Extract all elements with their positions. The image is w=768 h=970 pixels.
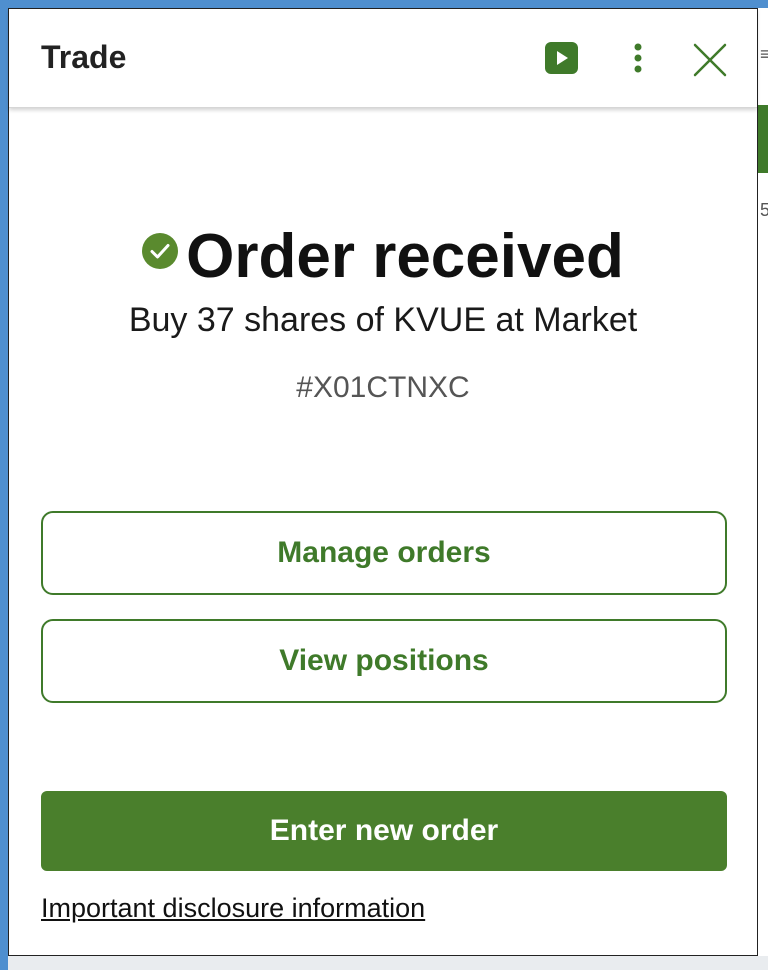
view-positions-button[interactable]: View positions <box>41 619 727 703</box>
order-id: #X01CTNXC <box>296 371 470 404</box>
background-app-top-edge <box>0 0 768 8</box>
manage-orders-button[interactable]: Manage orders <box>41 511 727 595</box>
important-disclosure-link[interactable]: Important disclosure information <box>41 893 425 924</box>
background-app-left-edge <box>0 0 8 970</box>
background-app-bottom-edge <box>8 956 768 970</box>
trade-dialog: Trade Order received Buy 37 shares of KV… <box>8 8 758 956</box>
order-received-title: Order received <box>186 222 624 291</box>
enter-new-order-button[interactable]: Enter new order <box>41 791 727 871</box>
close-icon <box>693 43 727 77</box>
dialog-header: Trade <box>9 9 757 108</box>
play-video-button[interactable] <box>545 42 578 74</box>
more-vertical-icon <box>634 43 642 73</box>
check-circle-icon <box>142 232 179 269</box>
confirmation-heading: Order received <box>9 221 757 292</box>
background-app-green-bar <box>758 105 768 173</box>
more-options-button[interactable] <box>625 39 651 79</box>
background-partial-text: 5 <box>760 200 768 220</box>
close-dialog-button[interactable] <box>691 41 729 79</box>
order-summary: Buy 37 shares of KVUE at Market <box>128 301 638 339</box>
background-menu-icon: ≡ <box>760 44 768 64</box>
dialog-title: Trade <box>41 39 127 75</box>
play-video-icon <box>557 51 568 65</box>
